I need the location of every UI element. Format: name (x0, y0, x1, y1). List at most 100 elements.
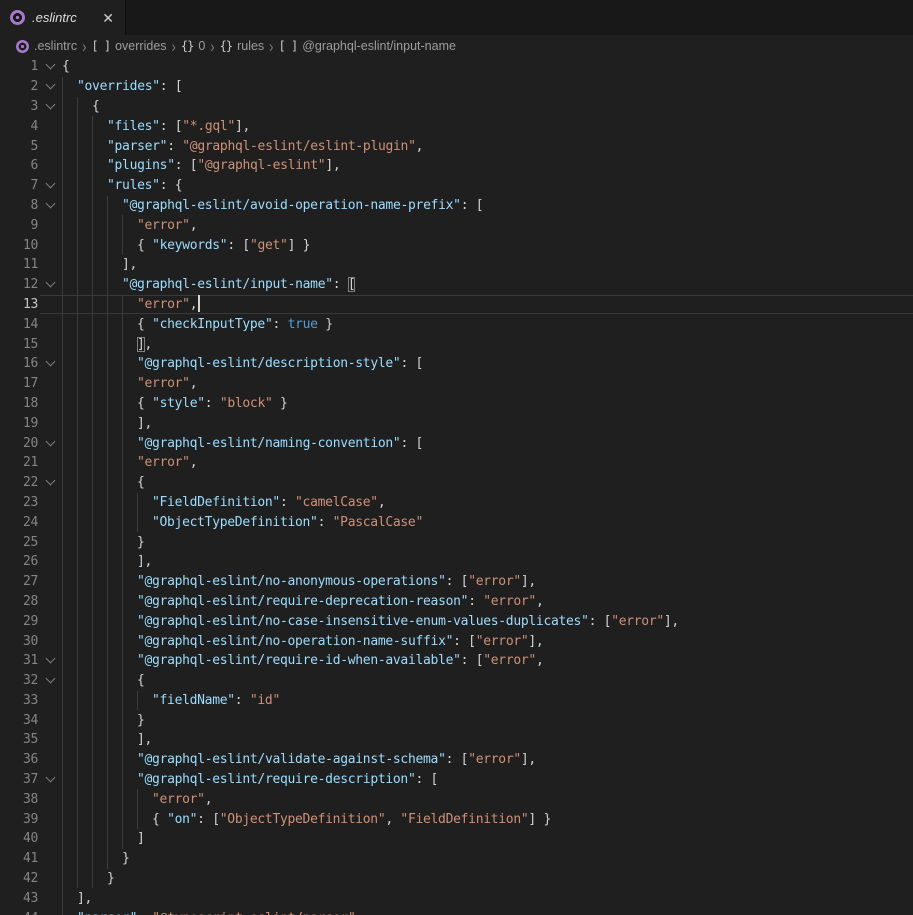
code-line-row[interactable]: 13"error", (0, 295, 913, 315)
code-line-row[interactable]: 41} (0, 849, 913, 869)
line-number[interactable]: 24 (0, 515, 38, 530)
code-line[interactable]: "@graphql-eslint/validate-against-schema… (62, 750, 913, 770)
line-number[interactable]: 1 (0, 59, 38, 74)
fold-margin[interactable] (38, 105, 62, 108)
chevron-down-icon[interactable] (45, 80, 55, 90)
code-line-row[interactable]: 16"@graphql-eslint/description-style": [ (0, 354, 913, 374)
line-number[interactable]: 16 (0, 356, 38, 371)
code-line[interactable]: ], (62, 334, 913, 354)
code-line-row[interactable]: 17"error", (0, 374, 913, 394)
line-number[interactable]: 23 (0, 495, 38, 510)
code-line-row[interactable]: 8"@graphql-eslint/avoid-operation-name-p… (0, 196, 913, 216)
code-line[interactable]: "error", (62, 374, 913, 394)
line-number[interactable]: 36 (0, 752, 38, 767)
code-line[interactable]: "@graphql-eslint/require-deprecation-rea… (62, 592, 913, 612)
code-line-row[interactable]: 22 { (0, 473, 913, 493)
code-line[interactable]: "@graphql-eslint/input-name": [ (62, 275, 913, 295)
code-line-row[interactable]: 36 "@graphql-eslint/validate-against-sche… (0, 750, 913, 770)
code-line-row[interactable]: 38"error", (0, 789, 913, 809)
fold-margin[interactable] (38, 659, 62, 662)
breadcrumb-item-rules[interactable]: {}rules (220, 39, 265, 53)
chevron-down-icon[interactable] (45, 278, 55, 288)
chevron-down-icon[interactable] (45, 199, 55, 209)
code-line[interactable]: "ObjectTypeDefinition": "PascalCase" (62, 512, 913, 532)
line-number[interactable]: 33 (0, 693, 38, 708)
code-line[interactable]: } (62, 532, 913, 552)
code-line[interactable]: "@graphql-eslint/no-anonymous-operations… (62, 572, 913, 592)
chevron-down-icon[interactable] (45, 179, 55, 189)
code-line[interactable]: { "checkInputType": true } (62, 314, 913, 334)
code-line[interactable]: } (62, 869, 913, 889)
code-line[interactable]: "error", (62, 789, 913, 809)
line-number[interactable]: 2 (0, 79, 38, 94)
code-line-row[interactable]: 32{ (0, 671, 913, 691)
line-number[interactable]: 39 (0, 812, 38, 827)
code-line-row[interactable]: 4"files": ["*.gql"], (0, 116, 913, 136)
code-line-row[interactable]: 31 "@graphql-eslint/require-id-when-avail… (0, 651, 913, 671)
line-number[interactable]: 26 (0, 554, 38, 569)
line-number[interactable]: 6 (0, 158, 38, 173)
code-line[interactable]: "files": ["*.gql"], (62, 116, 913, 136)
code-line-row[interactable]: 14{ "checkInputType": true } (0, 314, 913, 334)
line-number[interactable]: 11 (0, 257, 38, 272)
code-line[interactable]: "@graphql-eslint/require-id-when-availab… (62, 651, 913, 671)
code-line-row[interactable]: 30"@graphql-eslint/no-operation-name-suf… (0, 631, 913, 651)
code-line[interactable]: { "style": "block" } (62, 394, 913, 414)
code-line-row[interactable]: 44"parser": "@typescript-eslint/parser", (0, 908, 913, 915)
code-line[interactable]: { (62, 473, 913, 493)
line-number[interactable]: 18 (0, 396, 38, 411)
breadcrumb-item--eslintrc[interactable]: .eslintrc (16, 39, 77, 53)
line-number[interactable]: 7 (0, 178, 38, 193)
code-line[interactable]: "parser": "@typescript-eslint/parser", (62, 908, 913, 915)
code-line-row[interactable]: 40] (0, 829, 913, 849)
line-number[interactable]: 8 (0, 198, 38, 213)
code-line[interactable]: "error", (62, 215, 913, 235)
code-line[interactable]: ], (62, 413, 913, 433)
code-line[interactable]: ] (62, 829, 913, 849)
line-number[interactable]: 19 (0, 416, 38, 431)
chevron-down-icon[interactable] (45, 476, 55, 486)
fold-margin[interactable] (38, 778, 62, 781)
code-line[interactable]: "FieldDefinition": "camelCase", (62, 493, 913, 513)
code-line-row[interactable]: 28"@graphql-eslint/require-deprecation-r… (0, 592, 913, 612)
code-line[interactable]: "rules": { (62, 176, 913, 196)
chevron-down-icon[interactable] (45, 436, 55, 446)
line-number[interactable]: 10 (0, 238, 38, 253)
code-line-row[interactable]: 23 "FieldDefinition": "camelCase", (0, 493, 913, 513)
chevron-down-icon[interactable] (45, 654, 55, 664)
code-line-row[interactable]: 19], (0, 413, 913, 433)
line-number[interactable]: 5 (0, 139, 38, 154)
code-line-row[interactable]: 2"overrides": [ (0, 77, 913, 97)
fold-margin[interactable] (38, 65, 62, 68)
fold-margin[interactable] (38, 283, 62, 286)
line-number[interactable]: 37 (0, 772, 38, 787)
line-number[interactable]: 31 (0, 653, 38, 668)
code-line-row[interactable]: 20"@graphql-eslint/naming-convention": [ (0, 433, 913, 453)
line-number[interactable]: 42 (0, 871, 38, 886)
code-line-row[interactable]: 42} (0, 869, 913, 889)
code-line[interactable]: "@graphql-eslint/require-description": [ (62, 770, 913, 790)
code-line-row[interactable]: 21"error", (0, 453, 913, 473)
line-number[interactable]: 25 (0, 535, 38, 550)
fold-margin[interactable] (38, 442, 62, 445)
close-icon[interactable]: ✕ (99, 9, 117, 27)
fold-margin[interactable] (38, 679, 62, 682)
code-line-row[interactable]: 24 "ObjectTypeDefinition": "PascalCase" (0, 512, 913, 532)
tab-eslintrc[interactable]: .eslintrc ✕ (0, 0, 126, 35)
line-number[interactable]: 40 (0, 831, 38, 846)
code-line[interactable]: ], (62, 255, 913, 275)
line-number[interactable]: 41 (0, 851, 38, 866)
code-line[interactable]: } (62, 849, 913, 869)
code-line-row[interactable]: 11], (0, 255, 913, 275)
chevron-down-icon[interactable] (45, 674, 55, 684)
code-line[interactable]: { (62, 97, 913, 117)
line-number[interactable]: 22 (0, 475, 38, 490)
code-line-row[interactable]: 34} (0, 710, 913, 730)
line-number[interactable]: 27 (0, 574, 38, 589)
line-number[interactable]: 15 (0, 337, 38, 352)
code-line-row[interactable]: 5 "parser": "@graphql-eslint/eslint-plugi… (0, 136, 913, 156)
code-line[interactable]: "parser": "@graphql-eslint/eslint-plugin… (62, 136, 913, 156)
chevron-down-icon[interactable] (45, 773, 55, 783)
line-number[interactable]: 13 (0, 297, 38, 312)
code-line[interactable]: "@graphql-eslint/no-case-insensitive-enu… (62, 611, 913, 631)
